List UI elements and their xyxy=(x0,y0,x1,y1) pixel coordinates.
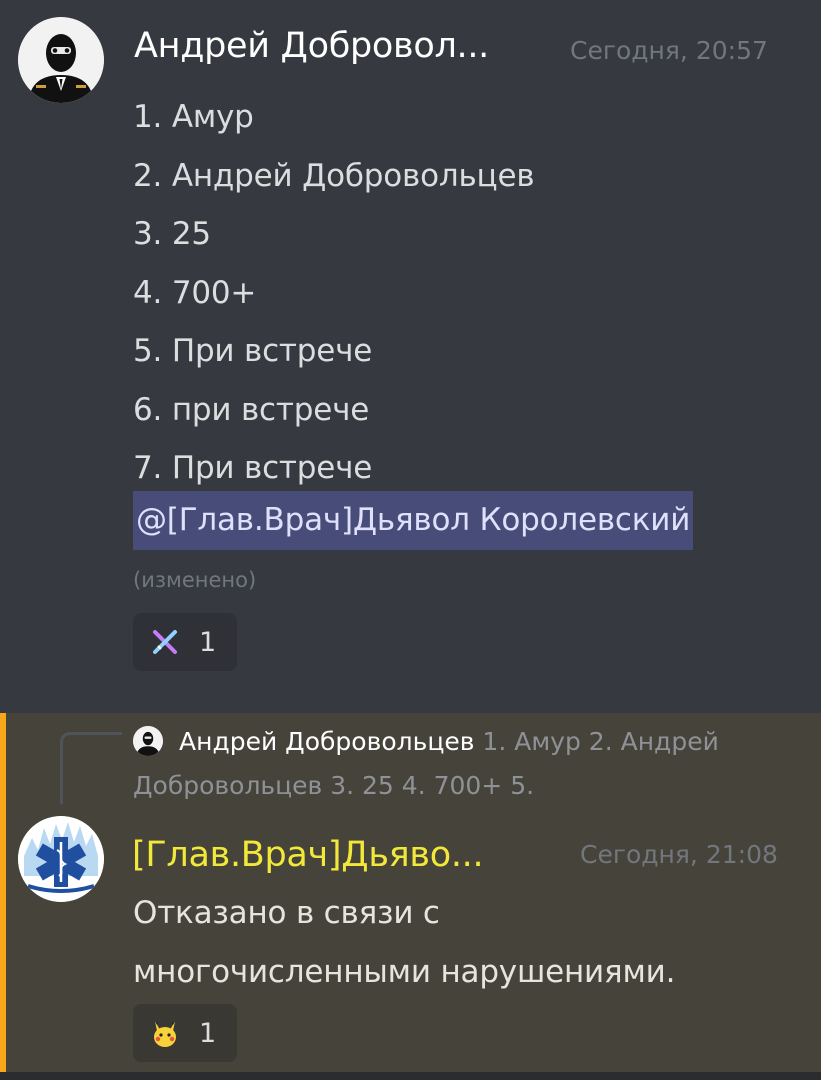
mention-highlight-bar xyxy=(0,713,6,1072)
avatar-balaclava[interactable] xyxy=(18,17,104,103)
avatar-star-of-life[interactable] xyxy=(18,816,104,902)
message-line: 4. 700+ xyxy=(133,274,257,311)
timestamp: Сегодня, 21:08 xyxy=(580,840,778,869)
message-line: многочисленными нарушениями. xyxy=(133,954,676,990)
bottom-divider xyxy=(0,1072,821,1080)
message-line: 5. При встрече xyxy=(133,333,373,369)
message-line: 1. Амур xyxy=(133,99,254,135)
reply-preview[interactable]: Андрей Добровольцев 1. Амур 2. Андрей До… xyxy=(133,720,773,808)
reaction-pikachu[interactable]: 1 xyxy=(133,1004,237,1062)
user-mention[interactable]: @[Глав.Врач]Дьявол Королевский xyxy=(133,491,694,550)
reply-author: Андрей Добровольцев xyxy=(179,727,475,756)
message-line: Отказано в связи с xyxy=(133,895,440,931)
author-name[interactable]: Андрей Добровол... xyxy=(134,26,489,66)
message-body: Отказано в связи с многочисленными наруш… xyxy=(133,884,675,1002)
crossed-swords-icon xyxy=(149,626,181,658)
message-body: 1. Амур 2. Андрей Добровольцев 3. 25 4. … xyxy=(133,88,535,498)
reaction-count: 1 xyxy=(199,1017,217,1049)
message-line: 3. 25 xyxy=(133,216,211,252)
author-name[interactable]: [Глав.Врач]Дьяво... xyxy=(132,835,484,875)
edited-label: (изменено) xyxy=(133,568,257,592)
message-line: 2. Андрей Добровольцев xyxy=(133,157,535,194)
reaction-crossed-swords[interactable]: 1 xyxy=(133,613,237,671)
reaction-count: 1 xyxy=(199,626,217,658)
message-line: 7. При встрече xyxy=(133,450,373,486)
timestamp: Сегодня, 20:57 xyxy=(570,36,768,65)
reply-connector xyxy=(60,732,122,804)
pikachu-icon xyxy=(149,1017,181,1049)
message-line: 6. при встрече xyxy=(133,391,370,428)
